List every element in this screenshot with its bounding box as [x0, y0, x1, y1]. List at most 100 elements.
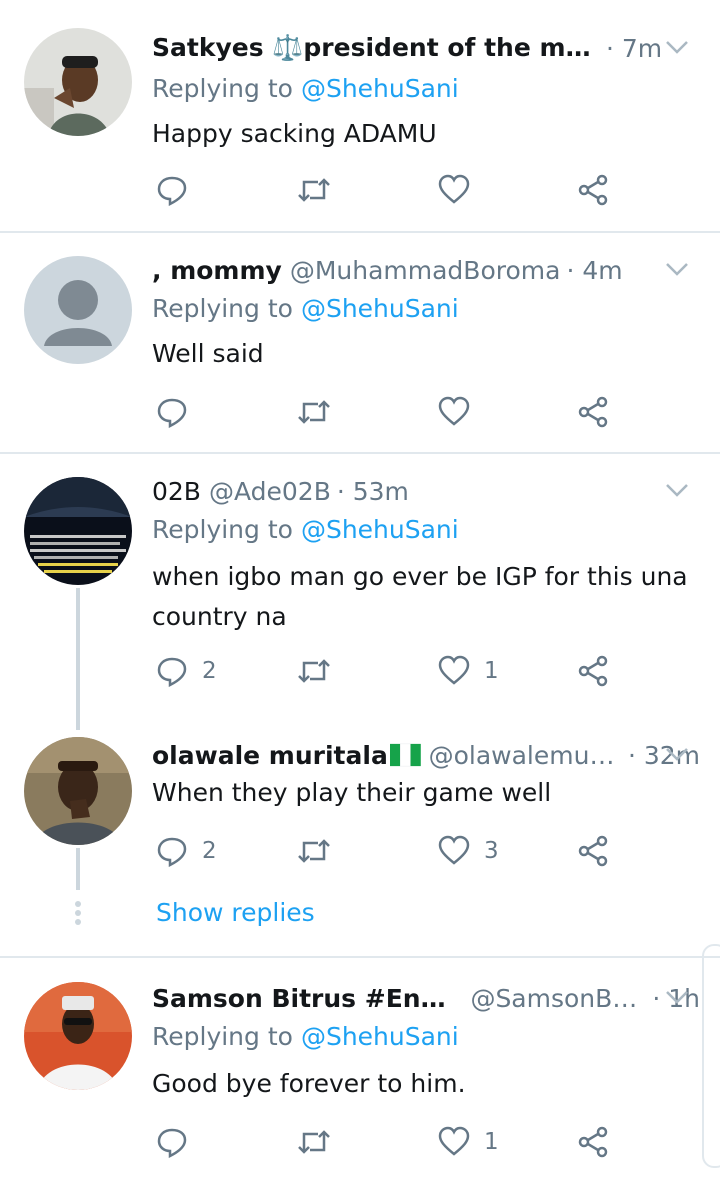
tweet-3[interactable]: 02B @Ade02B · 53m Replying to @ShehuSani …: [0, 453, 720, 715]
retweet-button[interactable]: [296, 831, 332, 871]
mention-link[interactable]: @ShehuSani: [301, 294, 459, 323]
user-handle[interactable]: @Ade02B: [209, 477, 331, 506]
replying-to: Replying to @ShehuSani: [152, 74, 459, 103]
replying-to: Replying to @ShehuSani: [152, 294, 459, 323]
avatar[interactable]: [24, 982, 132, 1090]
tweet-2[interactable]: , mommy @MuhammadBoroma · 4m Replying to…: [0, 232, 720, 453]
replying-prefix: Replying to: [152, 515, 293, 544]
reply-count: 2: [202, 658, 217, 684]
reply-icon: [157, 176, 187, 206]
like-button[interactable]: 1: [438, 1122, 499, 1162]
like-icon: [438, 835, 470, 865]
like-button[interactable]: [438, 392, 484, 432]
display-name[interactable]: olawale muritala: [152, 741, 388, 770]
share-icon: [578, 835, 608, 867]
timestamp[interactable]: · 4m: [566, 256, 622, 285]
like-count: 1: [484, 658, 499, 684]
mention-link[interactable]: @ShehuSani: [301, 1022, 459, 1051]
reply-icon: [157, 657, 187, 687]
display-name[interactable]: , mommy: [152, 256, 282, 285]
thread-connector: [76, 588, 80, 730]
mention-link[interactable]: @ShehuSani: [301, 74, 459, 103]
tweet-actions: 2 1: [152, 651, 632, 691]
chevron-down-icon[interactable]: [662, 32, 692, 62]
retweet-button[interactable]: [296, 651, 332, 691]
display-name[interactable]: Satkyes ⚖️president of the middle bel...: [152, 33, 592, 63]
retweet-icon: [298, 400, 330, 424]
retweet-icon: [298, 178, 330, 202]
tweet-text: Happy sacking ADAMU: [152, 119, 437, 148]
like-icon: [438, 174, 470, 204]
share-button[interactable]: [578, 651, 610, 691]
retweet-button[interactable]: [296, 392, 332, 432]
tweet-1[interactable]: Satkyes ⚖️president of the middle bel...…: [0, 0, 720, 232]
share-button[interactable]: [578, 170, 610, 210]
timestamp[interactable]: · 53m: [337, 477, 409, 506]
display-name[interactable]: Samson Bitrus #EndSars: [152, 984, 462, 1013]
tweet-4[interactable]: olawale muritala @olawalemurital3 · 32m …: [0, 715, 720, 955]
user-handle[interactable]: @SamsonB95...: [470, 984, 646, 1013]
avatar[interactable]: [24, 477, 132, 585]
thread-connector: [76, 848, 80, 890]
timestamp[interactable]: · 7m: [606, 34, 662, 63]
thread-dots-icon: [75, 901, 81, 925]
tweet-actions: [152, 170, 632, 210]
like-button[interactable]: [438, 170, 484, 210]
chevron-down-icon[interactable]: [662, 475, 692, 505]
reply-button[interactable]: 2: [156, 831, 217, 871]
replying-prefix: Replying to: [152, 294, 293, 323]
retweet-button[interactable]: [296, 170, 332, 210]
like-button[interactable]: 3: [438, 831, 499, 871]
retweet-icon: [298, 659, 330, 683]
like-icon: [438, 1126, 470, 1156]
tweet-text: when igbo man go ever be IGP for this un…: [152, 562, 688, 631]
reply-icon: [157, 1128, 187, 1158]
tweet-actions: 2 3: [152, 831, 632, 871]
share-icon: [578, 1126, 608, 1158]
tweet-actions: 1: [152, 1122, 632, 1162]
like-count: 1: [484, 1129, 499, 1155]
like-button[interactable]: 1: [438, 651, 499, 691]
tweet-5[interactable]: Samson Bitrus #EndSars @SamsonB95... · 1…: [0, 958, 720, 1188]
replying-to: Replying to @ShehuSani: [152, 515, 459, 544]
retweet-icon: [298, 839, 330, 863]
avatar[interactable]: [24, 737, 132, 845]
chevron-down-icon[interactable]: [662, 739, 692, 769]
avatar[interactable]: [24, 256, 132, 364]
share-icon: [578, 396, 608, 428]
replying-to: Replying to @ShehuSani: [152, 1022, 459, 1051]
retweet-icon: [298, 1130, 330, 1154]
scrollbar[interactable]: [702, 944, 720, 1168]
replying-prefix: Replying to: [152, 1022, 293, 1051]
retweet-button[interactable]: [296, 1122, 332, 1162]
user-handle[interactable]: @MuhammadBoroma: [290, 256, 561, 285]
mention-link[interactable]: @ShehuSani: [301, 515, 459, 544]
reply-button[interactable]: [156, 170, 202, 210]
tweet-text: When they play their game well: [152, 778, 552, 807]
tweet-text: Good bye forever to him.: [152, 1069, 466, 1098]
reply-icon: [157, 837, 187, 867]
share-icon: [578, 174, 608, 206]
like-icon: [438, 396, 470, 426]
nigeria-flag-icon: [389, 743, 421, 767]
like-count: 3: [484, 838, 499, 864]
share-button[interactable]: [578, 1122, 610, 1162]
reply-button[interactable]: [156, 392, 202, 432]
reply-count: 2: [202, 838, 217, 864]
reply-icon: [157, 398, 187, 428]
share-button[interactable]: [578, 392, 610, 432]
user-handle[interactable]: @olawalemurital3: [429, 741, 622, 770]
chevron-down-icon[interactable]: [662, 982, 692, 1012]
tweet-actions: [152, 392, 632, 432]
chevron-down-icon[interactable]: [662, 254, 692, 284]
avatar[interactable]: [24, 28, 132, 136]
share-button[interactable]: [578, 831, 610, 871]
replying-prefix: Replying to: [152, 74, 293, 103]
display-name[interactable]: 02B: [152, 477, 201, 506]
reply-button[interactable]: 2: [156, 651, 217, 691]
tweet-text: Well said: [152, 339, 264, 368]
like-icon: [438, 655, 470, 685]
share-icon: [578, 655, 608, 687]
show-replies-link[interactable]: Show replies: [156, 898, 315, 927]
reply-button[interactable]: [156, 1122, 202, 1162]
